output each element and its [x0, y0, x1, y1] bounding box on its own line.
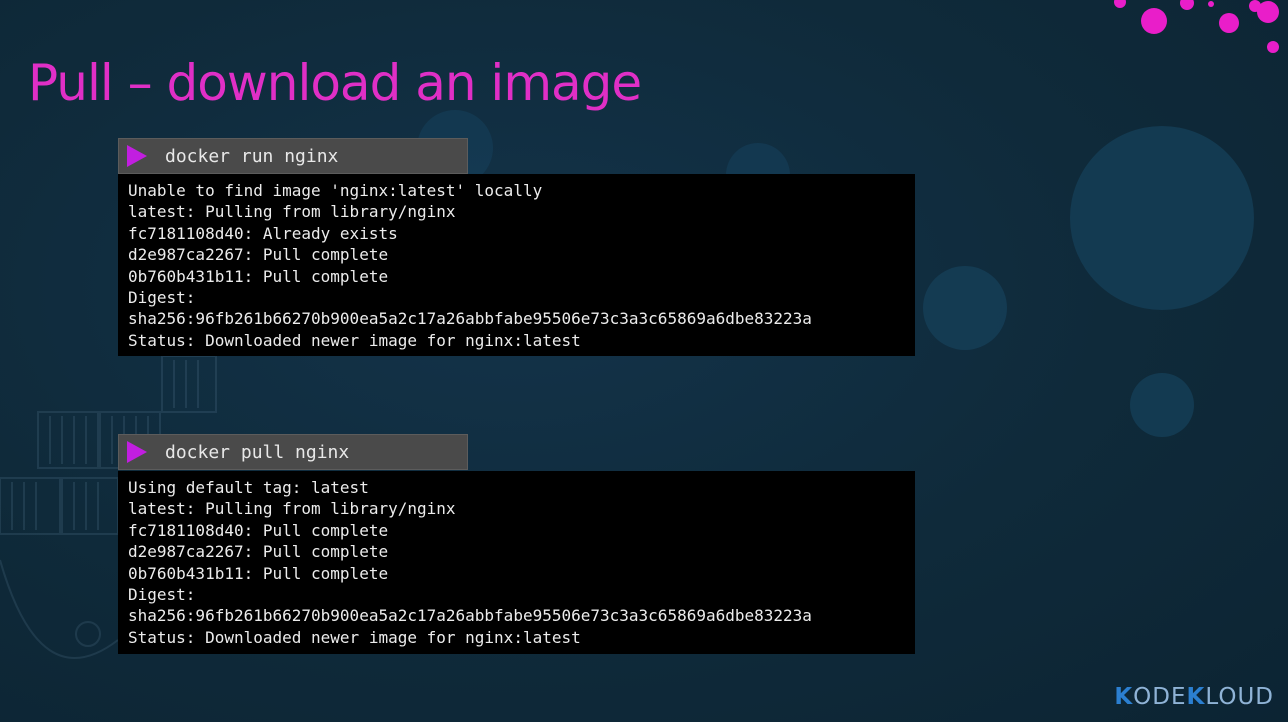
kodekloud-logo: KODEKLOUD	[1114, 684, 1274, 710]
terminal-line: fc7181108d40: Pull complete	[128, 520, 389, 540]
terminal-line: fc7181108d40: Already exists	[128, 223, 398, 243]
terminal-line: 0b760b431b11: Pull complete	[128, 266, 389, 286]
command-text: docker pull nginx	[165, 441, 350, 463]
terminal-output-pull: Using default tag: latest latest: Pullin…	[118, 471, 915, 654]
bg-circle	[1070, 126, 1254, 310]
terminal-line: 0b760b431b11: Pull complete	[128, 563, 389, 583]
terminal-output-run: Unable to find image 'nginx:latest' loca…	[118, 174, 915, 356]
logo-text: ODE	[1133, 684, 1187, 710]
terminal-line: d2e987ca2267: Pull complete	[128, 542, 389, 562]
terminal-line: sha256:96fb261b66270b900ea5a2c17a26abbfa…	[128, 309, 812, 329]
slide: Pull – download an image docker run ngin…	[0, 0, 1288, 722]
terminal-line: Unable to find image 'nginx:latest' loca…	[128, 181, 543, 200]
terminal-line: sha256:96fb261b66270b900ea5a2c17a26abbfa…	[128, 606, 812, 626]
logo-k: K	[1186, 684, 1206, 710]
logo-k: K	[1114, 684, 1134, 710]
terminal-line: Digest:	[128, 585, 196, 605]
terminal-line: Digest:	[128, 288, 196, 308]
command-bar-run: docker run nginx	[118, 138, 468, 174]
page-title: Pull – download an image	[28, 54, 642, 112]
play-triangle-icon	[127, 145, 147, 167]
terminal-line: latest: Pulling from library/nginx	[128, 202, 456, 222]
bg-circle	[923, 266, 1007, 350]
terminal-line: d2e987ca2267: Pull complete	[128, 245, 389, 265]
terminal-line: Status: Downloaded newer image for nginx…	[128, 330, 581, 350]
command-text: docker run nginx	[165, 145, 339, 167]
logo-text: LOUD	[1205, 684, 1274, 710]
play-triangle-icon	[127, 441, 147, 463]
magenta-splatter	[1114, 0, 1279, 53]
terminal-line: latest: Pulling from library/nginx	[128, 499, 456, 519]
terminal-line: Using default tag: latest	[128, 478, 369, 497]
terminal-line: Status: Downloaded newer image for nginx…	[128, 627, 581, 647]
bg-circle	[1130, 373, 1194, 437]
command-bar-pull: docker pull nginx	[118, 434, 468, 470]
